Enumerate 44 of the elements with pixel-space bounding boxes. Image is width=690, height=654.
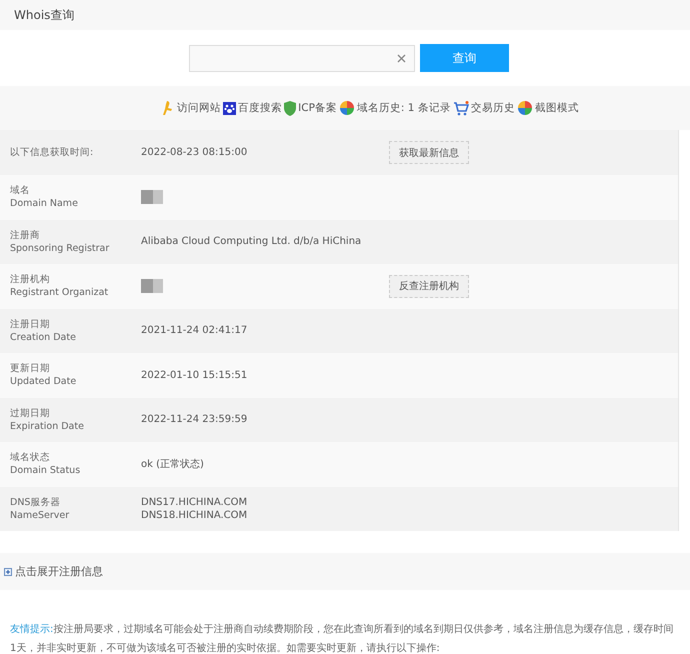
page-title: Whois查询	[14, 6, 74, 24]
field-value: ok (正常状态)	[141, 458, 205, 471]
pie-chart-icon	[338, 100, 355, 116]
quick-link[interactable]: 交易历史	[452, 100, 515, 116]
field-label: DNS服务器	[10, 496, 62, 509]
field-value: DNS18.HICHINA.COM	[141, 508, 248, 522]
field-value: 2021-11-24 02:41:17	[141, 324, 248, 338]
notice-text: 友情提示:按注册局要求，过期域名可能会处于注册商自动续费期阶段，您在此查询所看到的域名到期日仅供参考，域名注册信息为缓存信息，缓存时间1天，并非实时更新，不可做为该域名可否被注册的实时依据。如需要实时更新，请执行以下操作:	[9, 622, 674, 654]
field-label: 域名状态	[10, 451, 51, 464]
field-value: Alibaba Cloud Computing Ltd. d/b/a HiChina	[141, 235, 362, 248]
shield-icon	[284, 100, 296, 116]
field-label-english: Expiration Date	[10, 420, 85, 433]
pie-chart-icon	[516, 100, 533, 116]
quick-link[interactable]: 百度搜索	[223, 101, 282, 115]
field-value: 2022-11-24 23:59:59	[141, 413, 248, 426]
quick-link[interactable]: ICP备案	[284, 100, 337, 116]
field-value: 2022-08-23 08:15:00	[141, 146, 248, 159]
paw-icon	[223, 102, 236, 114]
quick-link[interactable]: 访问网站	[161, 100, 222, 116]
field-label-english: NameServer	[10, 508, 70, 522]
field-label-english: Creation Date	[10, 330, 77, 344]
action-button[interactable]: 获取最新信息	[389, 141, 469, 164]
field-value: 2022-01-10 15:15:51	[141, 368, 248, 382]
field-label: 过期日期	[10, 406, 51, 420]
field-label: 注册机构	[10, 273, 51, 286]
field-label-english: Updated Date	[10, 375, 78, 388]
action-button[interactable]: 反查注册机构	[389, 274, 469, 298]
field-label: 注册商	[10, 228, 41, 242]
expand-icon[interactable]	[4, 568, 12, 576]
field-label-english: Domain Status	[10, 464, 82, 478]
quick-link[interactable]: 截图模式	[516, 100, 579, 116]
field-label: 以下信息获取时间:	[10, 146, 94, 159]
cart-icon	[452, 100, 469, 116]
domain-input-field[interactable]	[189, 44, 415, 72]
clear-icon[interactable]	[397, 54, 406, 62]
field-label: 更新日期	[10, 362, 51, 376]
expand-link[interactable]: 点击展开注册信息	[15, 564, 103, 579]
field-label: 注册日期	[10, 318, 51, 331]
field-value: DNS17.HICHINA.COM	[141, 496, 248, 509]
field-label-english: Sponsoring Registrar	[10, 242, 110, 255]
field-label-english: Registrant Organizat	[10, 286, 110, 300]
field-label: 域名	[10, 184, 31, 198]
field-label-english: Domain Name	[10, 197, 79, 210]
quick-link[interactable]: 域名历史: 1 条记录	[338, 100, 451, 116]
